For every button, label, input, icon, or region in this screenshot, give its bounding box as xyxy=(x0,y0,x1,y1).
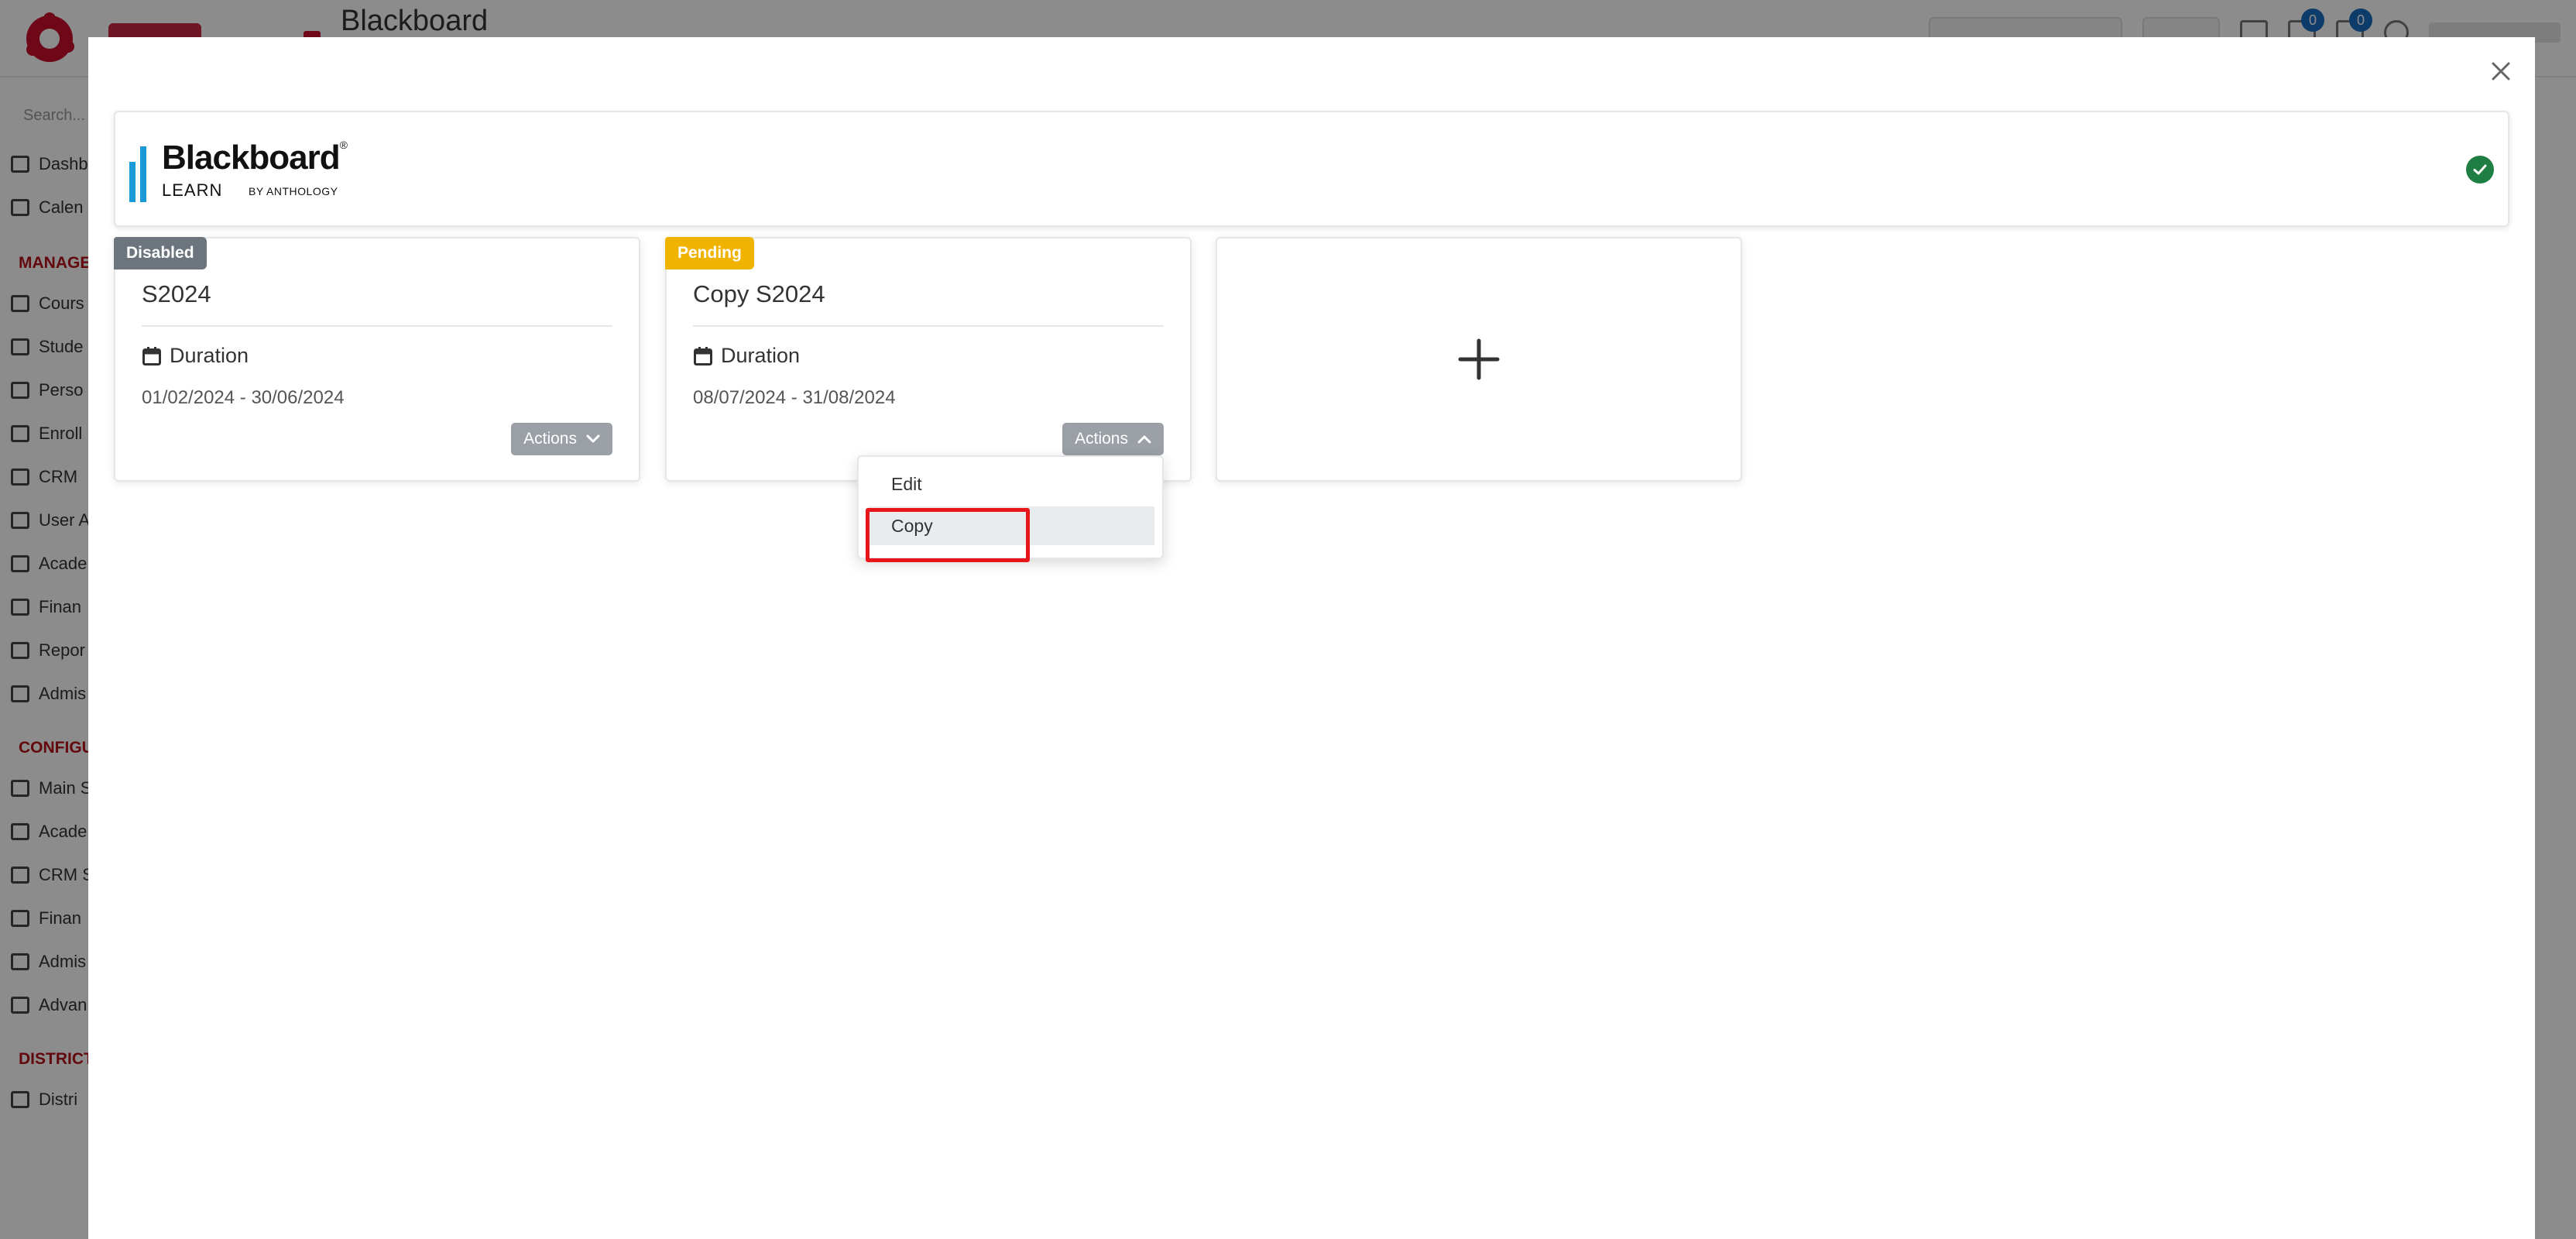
actions-dropdown-menu: Edit Copy xyxy=(857,455,1164,559)
menu-item-edit[interactable]: Edit xyxy=(868,465,1154,503)
divider xyxy=(693,325,1164,327)
blackboard-bars-icon xyxy=(129,146,146,202)
actions-button[interactable]: Actions xyxy=(511,423,612,455)
actions-button[interactable]: Actions xyxy=(1062,423,1164,455)
check-icon xyxy=(2473,164,2487,175)
plus-icon xyxy=(1458,338,1500,380)
chevron-up-icon xyxy=(1137,435,1151,444)
chevron-down-icon xyxy=(586,434,600,443)
term-card: Pending Copy S2024 Duration 08/07/2024 -… xyxy=(665,237,1192,482)
status-badge: Disabled xyxy=(114,237,207,269)
status-badge: Pending xyxy=(665,237,754,269)
divider xyxy=(142,325,612,327)
modal-close-button[interactable] xyxy=(2484,54,2518,88)
term-dates: 08/07/2024 - 31/08/2024 xyxy=(693,387,896,408)
lms-provider-header: Blackboard® LEARN BY ANTHOLOGY xyxy=(114,111,2509,227)
duration-heading: Duration xyxy=(693,344,800,368)
calendar-icon xyxy=(694,346,712,366)
blackboard-learn-logo: Blackboard® LEARN BY ANTHOLOGY xyxy=(129,139,369,208)
duration-heading: Duration xyxy=(142,344,249,368)
close-icon xyxy=(2492,62,2510,81)
menu-item-copy[interactable]: Copy xyxy=(868,506,1154,545)
calendar-icon xyxy=(142,346,161,366)
lms-integration-modal: Blackboard® LEARN BY ANTHOLOGY Disabled … xyxy=(88,37,2535,1239)
term-name: Copy S2024 xyxy=(693,280,825,307)
term-name: S2024 xyxy=(142,280,211,307)
term-card: Disabled S2024 Duration 01/02/2024 - 30/… xyxy=(114,237,640,482)
connected-status-icon xyxy=(2466,156,2494,184)
term-dates: 01/02/2024 - 30/06/2024 xyxy=(142,387,345,408)
add-term-card[interactable] xyxy=(1216,237,1742,482)
